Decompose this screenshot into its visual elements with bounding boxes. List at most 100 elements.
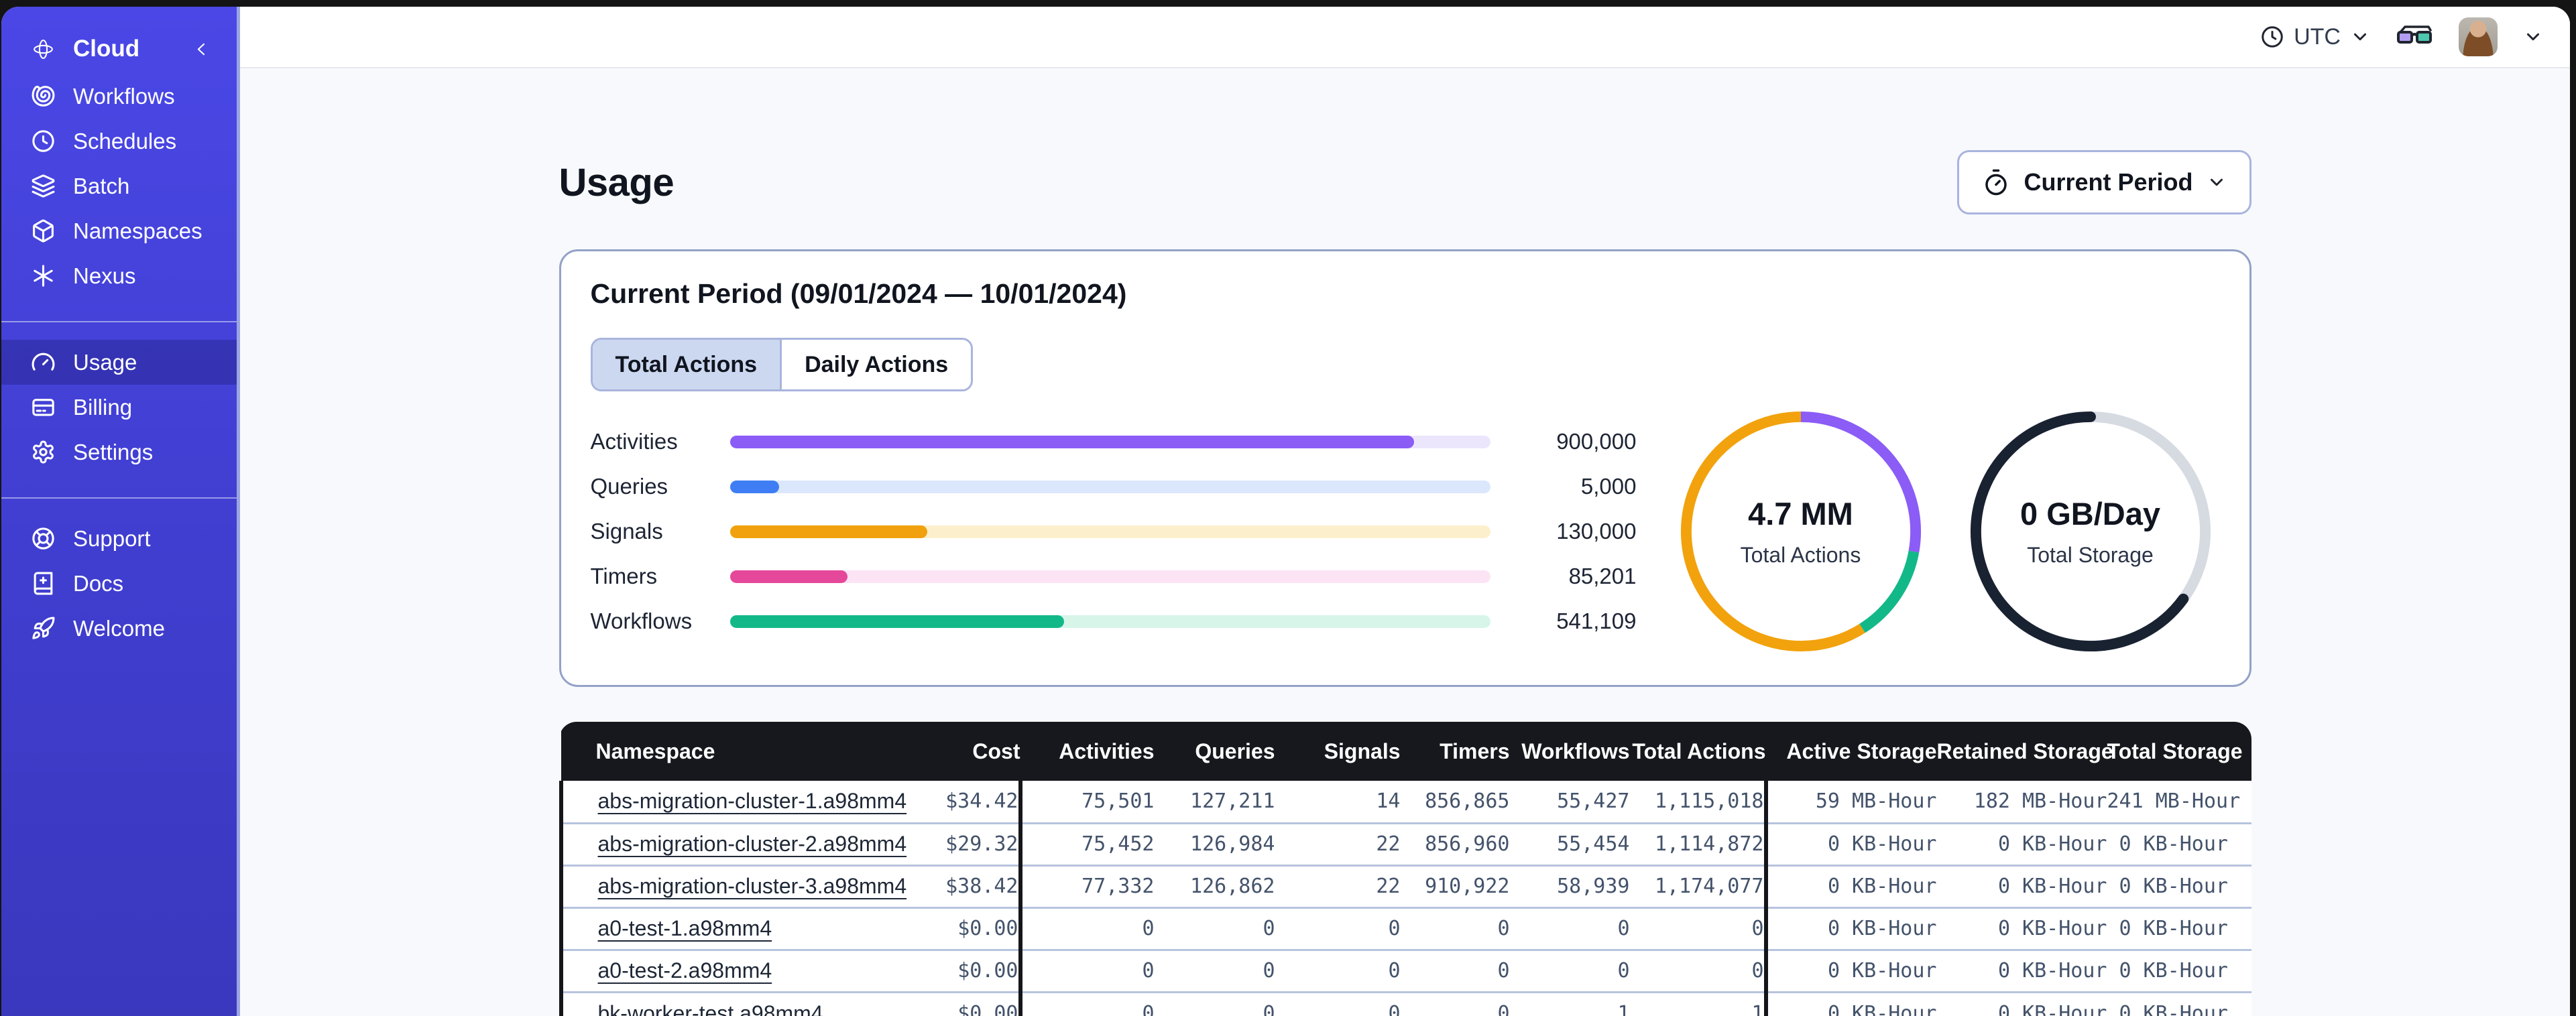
sidebar-item-label: Settings — [73, 439, 154, 464]
sidebar-item-schedules[interactable]: Schedules — [1, 119, 237, 164]
app-window: Cloud Workflows Schedules Batch Namespac… — [1, 7, 2570, 1016]
col-header-signals: Signals — [1324, 739, 1401, 763]
cell-cost: $38.42 — [936, 864, 1020, 907]
sidebar-item-label: Support — [73, 525, 151, 551]
cell-timers: 0 — [1400, 906, 1510, 950]
cell-retained-storage: 0 KB-Hour — [1936, 948, 2107, 992]
namespace-link[interactable]: abs-migration-cluster-2.a98mm4 — [598, 832, 907, 856]
cell-activities: 75,452 — [1018, 822, 1155, 865]
cell-active-storage: 0 KB-Hour — [1763, 864, 1937, 907]
namespaces-icon — [33, 219, 54, 243]
cell-active-storage: 0 KB-Hour — [1763, 822, 1937, 865]
bar-row-signals: Signals 130,000 — [591, 509, 1637, 554]
bar-fill — [729, 615, 1065, 628]
col-header-active-storage: Active Storage — [1786, 739, 1937, 763]
total-actions-donut: 4.7 MM Total Actions — [1674, 405, 1928, 658]
tab-daily-actions[interactable]: Daily Actions — [780, 340, 972, 389]
clock-icon — [2262, 26, 2283, 48]
cell-signals: 0 — [1275, 991, 1401, 1016]
cell-timers: 856,960 — [1400, 822, 1510, 865]
timezone-selector[interactable]: UTC — [2260, 24, 2370, 50]
sidebar-item-label: Nexus — [73, 263, 136, 288]
bar-row-workflows: Workflows 541,109 — [591, 599, 1637, 644]
namespace-link[interactable]: abs-migration-cluster-1.a98mm4 — [598, 789, 907, 813]
workflows-icon — [32, 85, 55, 107]
cell-activities: 0 — [1018, 948, 1155, 992]
cell-namespace: bk-worker-test.a98mm4 — [559, 991, 937, 1016]
card-title: Current Period (09/01/2024 — 10/01/2024) — [590, 278, 1127, 309]
sidebar-item-docs[interactable]: Docs — [1, 561, 237, 606]
cell-total-actions: 0 — [1629, 948, 1766, 992]
namespace-link[interactable]: a0-test-1.a98mm4 — [598, 916, 772, 940]
cell-queries: 126,862 — [1154, 864, 1275, 907]
namespace-link[interactable]: a0-test-2.a98mm4 — [598, 958, 772, 982]
bar-value: 541,109 — [1556, 609, 1637, 633]
glasses-icon[interactable] — [2396, 23, 2433, 50]
col-header-cost: Cost — [972, 739, 1020, 763]
sidebar: Cloud Workflows Schedules Batch Namespac… — [1, 7, 240, 1016]
sidebar-item-nexus[interactable]: Nexus — [1, 253, 237, 298]
main-area: UTC Usage Current Period Current Period … — [240, 7, 2570, 1016]
billing-icon — [32, 399, 54, 416]
timezone-label: UTC — [2294, 23, 2341, 50]
table-row: abs-migration-cluster-3.a98mm4 $38.42 77… — [559, 864, 2251, 907]
sidebar-item-usage[interactable]: Usage — [1, 340, 237, 385]
total-storage-donut: 0 GB/Day Total Storage — [1964, 405, 2217, 658]
page-title: Usage — [559, 160, 675, 204]
cell-activities: 0 — [1018, 906, 1155, 950]
bar-fill — [729, 525, 928, 538]
stopwatch-icon — [1985, 169, 2007, 196]
sidebar-item-label: Batch — [73, 173, 130, 198]
collapse-sidebar-icon[interactable] — [189, 37, 214, 62]
namespace-link[interactable]: abs-migration-cluster-3.a98mm4 — [598, 874, 907, 898]
bar-fill — [729, 435, 1415, 448]
cell-cost: $34.42 — [945, 789, 1018, 814]
cell-cost: $0.00 — [936, 906, 1020, 950]
page-content: Usage Current Period Current Period (09/… — [240, 68, 2570, 1016]
cell-timers: 856,865 — [1425, 789, 1510, 814]
cell-retained-storage: 0 KB-Hour — [1936, 991, 2107, 1016]
sidebar-divider — [1, 321, 237, 322]
bar-value: 900,000 — [1556, 429, 1637, 454]
donut-charts: 4.7 MM Total Actions 0 GB/Day Total Stor… — [1674, 401, 2220, 662]
sidebar-item-workflows[interactable]: Workflows — [1, 74, 237, 119]
sidebar-item-namespaces[interactable]: Namespaces — [1, 208, 237, 253]
period-selector-button[interactable]: Current Period — [1957, 150, 2251, 214]
schedules-icon — [32, 130, 54, 152]
bar-row-activities: Activities 900,000 — [591, 420, 1637, 464]
account-menu-chevron-icon[interactable] — [2523, 27, 2543, 47]
cell-namespace: abs-migration-cluster-2.a98mm4 — [559, 822, 937, 865]
cell-timers: 910,922 — [1400, 864, 1510, 907]
docs-icon — [34, 572, 53, 595]
actions-bar-chart: Activities 900,000 Queries 5,000 Signals — [591, 420, 1674, 644]
bar-track — [729, 615, 1490, 628]
table-row: bk-worker-test.a98mm4 $0.00 0 0 0 0 1 1 … — [559, 991, 2251, 1016]
sidebar-item-welcome[interactable]: Welcome — [1, 606, 237, 651]
sidebar-brand[interactable]: Cloud — [1, 24, 237, 74]
period-selector-label: Current Period — [2024, 168, 2193, 196]
cell-workflows: 0 — [1509, 948, 1630, 992]
nexus-icon — [34, 265, 53, 287]
bar-label: Workflows — [590, 609, 693, 633]
usage-summary-card: Current Period (09/01/2024 — 10/01/2024)… — [559, 249, 2251, 687]
bar-fill — [729, 570, 848, 583]
sidebar-item-settings[interactable]: Settings — [1, 430, 237, 474]
sidebar-item-batch[interactable]: Batch — [1, 164, 237, 208]
cell-timers: 0 — [1400, 991, 1510, 1016]
sidebar-item-support[interactable]: Support — [1, 516, 237, 561]
table-row: abs-migration-cluster-2.a98mm4 $29.32 75… — [559, 822, 2251, 865]
tab-total-actions[interactable]: Total Actions — [592, 340, 780, 389]
cell-total-storage: 241 MB-Hour — [2107, 781, 2251, 823]
sidebar-item-label: Schedules — [73, 128, 177, 153]
cell-workflows: 0 — [1509, 906, 1630, 950]
bar-value: 85,201 — [1568, 564, 1637, 588]
cell-active-storage: 0 KB-Hour — [1763, 906, 1937, 950]
cell-retained-storage: 0 KB-Hour — [1936, 864, 2107, 907]
table-row: a0-test-2.a98mm4 $0.00 0 0 0 0 0 0 0 KB-… — [559, 948, 2251, 992]
sidebar-divider — [1, 497, 237, 499]
bar-label: Signals — [590, 519, 663, 544]
cell-signals: 0 — [1275, 948, 1401, 992]
sidebar-item-billing[interactable]: Billing — [1, 385, 237, 430]
user-avatar[interactable] — [2459, 17, 2498, 56]
namespace-link[interactable]: bk-worker-test.a98mm4 — [598, 1001, 823, 1016]
